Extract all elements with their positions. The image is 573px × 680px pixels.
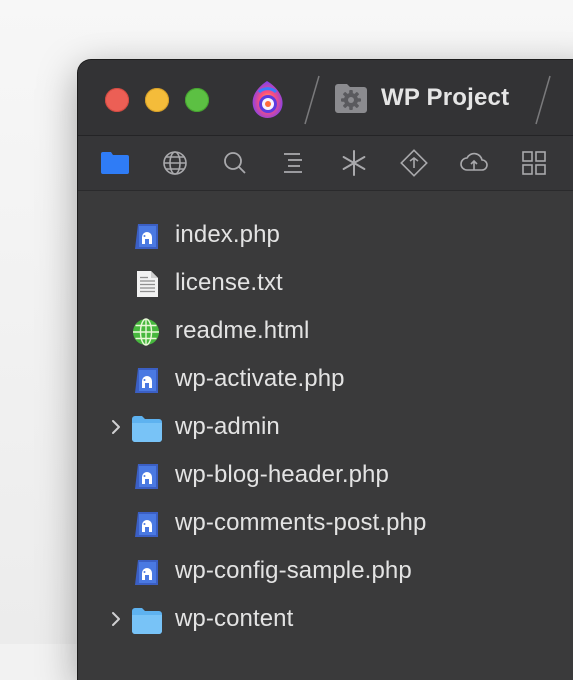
- breadcrumb-separator: [304, 75, 320, 125]
- php-file-icon: [135, 512, 158, 537]
- list-item[interactable]: wp-content: [78, 596, 573, 644]
- html-globe-icon: [133, 318, 159, 346]
- file-name: wp-blog-header.php: [175, 461, 389, 488]
- chevron-right-icon[interactable]: [108, 608, 124, 630]
- app-window: WP Project index.php license.txt readme.…: [78, 60, 573, 680]
- file-name: wp-content: [175, 605, 294, 632]
- list-item[interactable]: wp-admin: [78, 404, 573, 452]
- project-title[interactable]: WP Project: [381, 84, 509, 112]
- chevron-right-icon[interactable]: [108, 416, 124, 438]
- titlebar: WP Project: [78, 60, 573, 136]
- list-item[interactable]: license.txt: [78, 260, 573, 308]
- text-file-icon: [137, 271, 158, 297]
- file-name: wp-comments-post.php: [175, 509, 427, 536]
- php-file-icon: [135, 464, 158, 489]
- cloud-upload-icon[interactable]: [459, 149, 489, 177]
- file-name: index.php: [175, 221, 280, 248]
- grid-icon[interactable]: [519, 149, 549, 177]
- outline-icon[interactable]: [278, 149, 308, 177]
- php-file-icon: [135, 368, 158, 393]
- file-name: wp-config-sample.php: [175, 557, 412, 584]
- breadcrumb-separator: [535, 75, 551, 125]
- globe-icon[interactable]: [160, 149, 190, 177]
- file-list: index.php license.txt readme.html wp-act…: [78, 212, 573, 644]
- asterisk-icon[interactable]: [339, 149, 369, 177]
- file-name: readme.html: [175, 317, 310, 344]
- list-item[interactable]: wp-activate.php: [78, 356, 573, 404]
- list-item[interactable]: readme.html: [78, 308, 573, 356]
- zoom-button[interactable]: [185, 88, 209, 112]
- file-name: license.txt: [175, 269, 283, 296]
- files-icon[interactable]: [100, 149, 130, 177]
- php-file-icon: [135, 224, 158, 249]
- file-name: wp-admin: [175, 413, 280, 440]
- list-item[interactable]: wp-config-sample.php: [78, 548, 573, 596]
- minimize-button[interactable]: [145, 88, 169, 112]
- file-name: wp-activate.php: [175, 365, 345, 392]
- folder-icon: [132, 416, 162, 442]
- list-item[interactable]: wp-blog-header.php: [78, 452, 573, 500]
- list-item[interactable]: wp-comments-post.php: [78, 500, 573, 548]
- app-logo-icon[interactable]: [245, 78, 289, 122]
- search-icon[interactable]: [220, 149, 250, 177]
- close-button[interactable]: [105, 88, 129, 112]
- php-file-icon: [135, 560, 158, 585]
- git-icon[interactable]: [399, 149, 429, 177]
- navigator-toolbar: [78, 136, 573, 191]
- folder-icon: [132, 608, 162, 634]
- gear-folder-icon: [335, 84, 367, 113]
- list-item[interactable]: index.php: [78, 212, 573, 260]
